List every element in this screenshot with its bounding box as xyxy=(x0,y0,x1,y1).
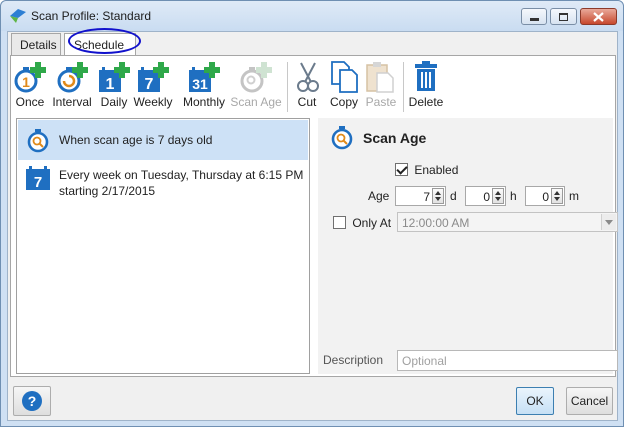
hours-unit: h xyxy=(510,189,517,203)
svg-text:?: ? xyxy=(28,393,37,409)
only-at-time-value: 12:00:00 AM xyxy=(402,216,470,230)
schedule-line1: Every week on Tuesday, Thursday at 6:15 … xyxy=(59,168,304,182)
minimize-button[interactable] xyxy=(521,8,547,25)
close-button[interactable] xyxy=(580,8,617,25)
list-item[interactable]: 7 Every week on Tuesday, Thursday at 6:1… xyxy=(18,161,308,203)
weekly-icon-text: 7 xyxy=(145,76,154,93)
hours-value: 0 xyxy=(483,190,490,204)
maximize-icon xyxy=(559,12,568,21)
schedule-panel: 1 Once Interval 1 Daily 7 Weekly 31 Mont… xyxy=(10,55,618,377)
copy-icon xyxy=(331,61,358,93)
enabled-label: Enabled xyxy=(414,162,459,177)
svg-text:1: 1 xyxy=(22,74,30,90)
maximize-button[interactable] xyxy=(550,8,577,25)
stopwatch-icon xyxy=(331,126,353,150)
only-at-checkbox[interactable]: Only At xyxy=(333,215,391,230)
cut-button[interactable]: Cut xyxy=(291,60,323,109)
list-item[interactable]: When scan age is 7 days old xyxy=(18,120,308,160)
hours-stepper[interactable]: 0 xyxy=(465,186,506,206)
calendar-icon-text: 7 xyxy=(34,174,42,191)
toolbar: 1 Once Interval 1 Daily 7 Weekly 31 Mont… xyxy=(11,60,611,116)
interval-button[interactable]: Interval xyxy=(49,60,95,109)
minimize-icon xyxy=(529,18,539,21)
description-label: Description xyxy=(323,353,384,367)
description-placeholder: Optional xyxy=(402,354,447,368)
help-icon: ? xyxy=(22,391,42,411)
daily-label: Daily xyxy=(100,95,128,109)
days-stepper[interactable]: 7 xyxy=(395,186,446,206)
ok-label: OK xyxy=(526,394,544,408)
days-spin-arrows[interactable] xyxy=(432,188,444,204)
once-button[interactable]: 1 Once xyxy=(13,60,47,109)
paste-button[interactable]: Paste xyxy=(363,60,399,109)
copy-button[interactable]: Copy xyxy=(327,60,361,109)
tab-details-label: Details xyxy=(20,38,57,52)
calendar-monthly-add-icon: 31 xyxy=(189,62,220,92)
enabled-check-box[interactable] xyxy=(395,163,408,177)
close-icon xyxy=(593,11,604,22)
delete-label: Delete xyxy=(408,95,444,109)
help-button[interactable]: ? xyxy=(13,386,51,416)
cancel-label: Cancel xyxy=(570,394,609,408)
weekly-label: Weekly xyxy=(133,95,173,109)
daily-icon-text: 1 xyxy=(106,76,115,93)
copy-label: Copy xyxy=(329,95,358,109)
calendar-daily-add-icon: 1 xyxy=(99,62,130,93)
hours-spin-arrows[interactable] xyxy=(492,188,504,204)
daily-button[interactable]: 1 Daily xyxy=(97,60,131,109)
interval-label: Interval xyxy=(52,95,92,109)
toolbar-separator xyxy=(403,62,404,112)
minutes-stepper[interactable]: 0 xyxy=(525,186,565,206)
once-label: Once xyxy=(15,95,45,109)
only-at-time-select[interactable]: 12:00:00 AM xyxy=(397,212,618,232)
interval-add-icon xyxy=(57,62,88,93)
title-bar[interactable]: Scan Profile: Standard xyxy=(1,1,623,31)
monthly-button[interactable]: 31 Monthly xyxy=(179,60,229,109)
paste-icon xyxy=(366,62,394,93)
monthly-label: Monthly xyxy=(182,95,226,109)
chevron-down-icon[interactable] xyxy=(601,214,616,230)
days-value: 7 xyxy=(423,190,430,204)
schedule-line2: starting 2/17/2015 xyxy=(59,184,156,198)
stopwatch-icon xyxy=(27,129,49,153)
ok-button[interactable]: OK xyxy=(516,387,554,415)
trash-icon xyxy=(415,61,437,91)
scissors-icon xyxy=(297,62,319,92)
only-at-check-box[interactable] xyxy=(333,216,346,230)
app-logo-icon xyxy=(10,9,26,23)
cancel-button[interactable]: Cancel xyxy=(566,387,613,415)
tab-details[interactable]: Details xyxy=(11,33,61,55)
scan-age-button[interactable]: Scan Age xyxy=(230,60,282,109)
toolbar-separator xyxy=(287,62,288,112)
minutes-value: 0 xyxy=(542,190,549,204)
minutes-unit: m xyxy=(569,189,579,203)
calendar-weekly-add-icon: 7 xyxy=(138,62,169,93)
age-label: Age xyxy=(368,189,390,203)
details-pane: Scan Age Enabled Age 7 d 0 h 0 m Only At… xyxy=(318,118,618,374)
scan-age-label: Scan Age xyxy=(230,95,282,109)
calendar-icon: 7 xyxy=(26,166,50,191)
cut-label: Cut xyxy=(297,95,317,109)
only-at-label: Only At xyxy=(352,215,392,230)
description-input[interactable]: Optional xyxy=(397,350,618,371)
dialog-window: Scan Profile: Standard Details Schedule xyxy=(0,0,624,427)
minutes-spin-arrows[interactable] xyxy=(551,188,563,204)
dialog-client: Details Schedule 1 Once Interval 1 Daily… xyxy=(7,28,618,421)
schedule-list[interactable]: When scan age is 7 days old 7 Every week… xyxy=(16,118,310,374)
tab-schedule[interactable]: Schedule xyxy=(64,33,136,56)
window-title: Scan Profile: Standard xyxy=(31,9,152,23)
schedule-line1: When scan age is 7 days old xyxy=(59,133,213,147)
delete-button[interactable]: Delete xyxy=(407,60,445,109)
monthly-icon-text: 31 xyxy=(192,76,208,92)
stopwatch-add-icon: 1 xyxy=(14,62,46,93)
weekly-button[interactable]: 7 Weekly xyxy=(133,60,173,109)
days-unit: d xyxy=(450,189,457,203)
paste-label: Paste xyxy=(365,95,397,109)
enabled-checkbox[interactable]: Enabled xyxy=(395,162,458,177)
tab-schedule-label: Schedule xyxy=(74,38,125,52)
scan-age-add-icon xyxy=(240,62,272,93)
details-title: Scan Age xyxy=(363,130,427,146)
